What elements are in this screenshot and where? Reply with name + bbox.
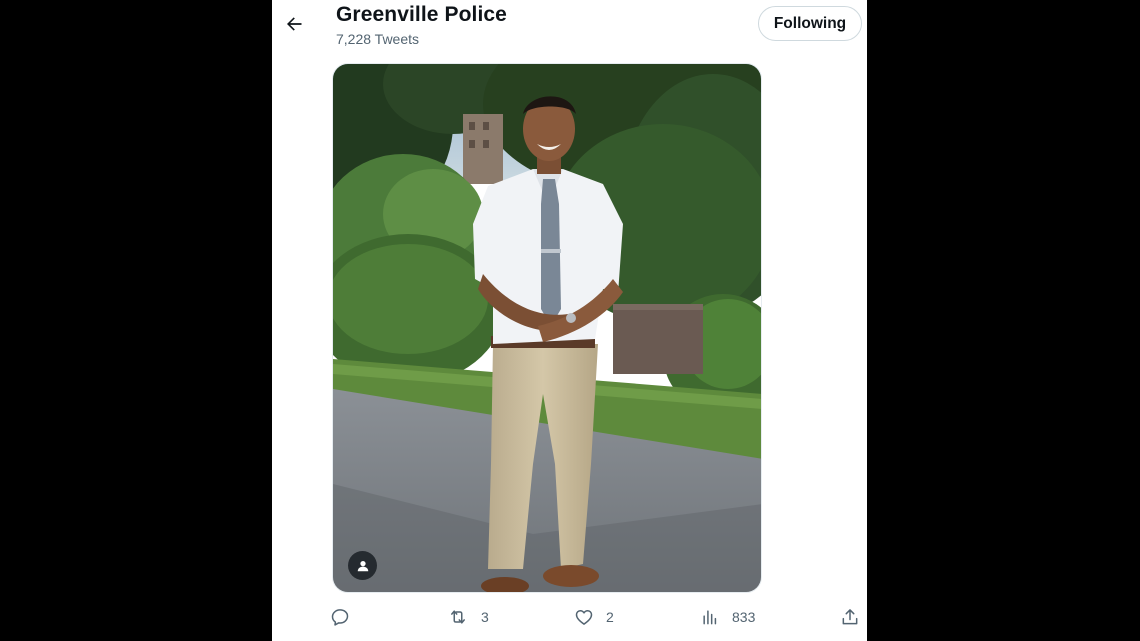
- tweet-count: 7,228 Tweets: [336, 31, 420, 47]
- back-arrow-icon: [287, 17, 302, 31]
- photo-illustration: [333, 64, 761, 592]
- views-chart-icon: [703, 610, 717, 625]
- following-button[interactable]: Following: [758, 6, 862, 41]
- tagged-people-button[interactable]: [348, 551, 377, 580]
- account-name[interactable]: Greenville Police: [336, 3, 507, 27]
- tweet-action-bar: 3 2 833: [272, 600, 867, 634]
- views-button[interactable]: 833: [700, 604, 755, 630]
- tweet-panel: Greenville Police 7,228 Tweets Following: [272, 0, 867, 641]
- heart-icon: [575, 610, 593, 625]
- share-icon: [842, 609, 858, 625]
- like-button[interactable]: 2: [574, 604, 614, 630]
- reply-icon: [331, 609, 349, 626]
- view-count: 833: [732, 609, 756, 625]
- tweet-photo[interactable]: [332, 63, 762, 593]
- retweet-button[interactable]: 3: [447, 604, 489, 630]
- back-button[interactable]: [276, 6, 312, 42]
- person-icon: [357, 560, 368, 571]
- retweet-count: 3: [481, 609, 489, 625]
- reply-button[interactable]: [330, 604, 350, 630]
- like-count: 2: [606, 609, 614, 625]
- retweet-icon: [451, 610, 465, 624]
- share-button[interactable]: [840, 604, 860, 630]
